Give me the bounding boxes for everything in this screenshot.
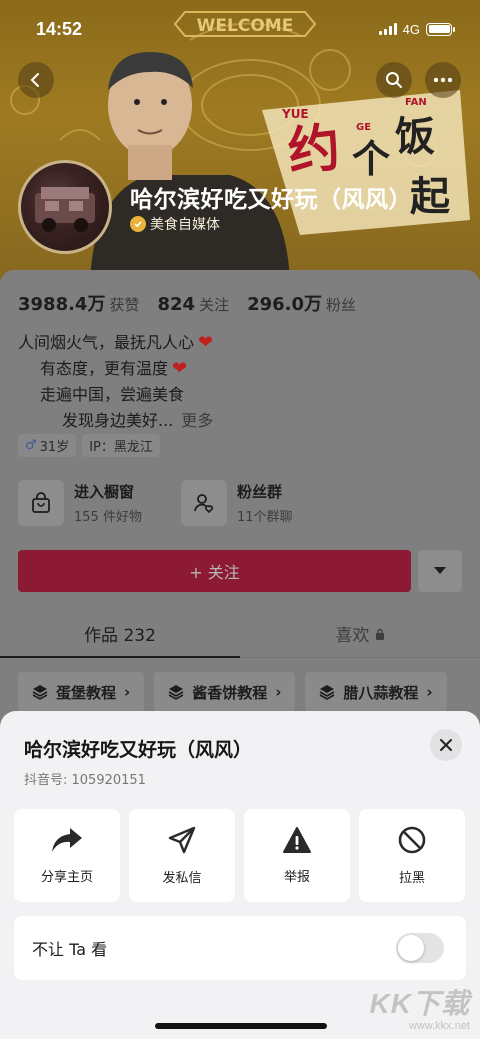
stat-following[interactable]: 824 关注 bbox=[157, 294, 229, 315]
watermark-logo: KK下载 bbox=[369, 988, 470, 1019]
collection-chip[interactable]: 酱香饼教程 › bbox=[154, 672, 296, 712]
heart-icon: ❤ bbox=[172, 358, 188, 379]
tab-works[interactable]: 作品 232 bbox=[0, 610, 240, 658]
report-warning-icon bbox=[283, 827, 311, 853]
layers-icon bbox=[320, 685, 335, 700]
share-icon bbox=[52, 828, 82, 852]
fan-group-entry[interactable]: 粉丝群 11个群聊 bbox=[181, 480, 331, 526]
avatar-image bbox=[35, 187, 95, 232]
send-message-button[interactable]: 发私信 bbox=[129, 809, 235, 902]
signal-icon bbox=[378, 23, 397, 35]
collection-chip[interactable]: 腊八蒜教程 › bbox=[305, 672, 447, 712]
send-message-icon bbox=[168, 826, 196, 854]
heart-icon: ❤ bbox=[198, 332, 214, 353]
person-photo bbox=[90, 52, 290, 280]
search-button[interactable] bbox=[376, 62, 412, 98]
share-profile-button[interactable]: 分享主页 bbox=[14, 809, 120, 902]
bio-line: 人间烟火气，最抚凡人心 ❤ bbox=[18, 330, 213, 356]
block-button[interactable]: 拉黑 bbox=[359, 809, 465, 902]
watermark: KK下载 www.kkx.net bbox=[370, 982, 470, 1032]
bio-line: 走遍中国，尝遍美食 bbox=[40, 385, 185, 404]
douyin-id: 抖音号: 105920151 bbox=[24, 773, 146, 788]
close-button[interactable] bbox=[430, 729, 462, 761]
collection-chip[interactable]: 蛋堡教程 › bbox=[18, 672, 145, 712]
chevron-left-icon bbox=[30, 73, 39, 87]
block-icon bbox=[398, 826, 426, 854]
content-tabs: 作品 232 喜欢 bbox=[0, 610, 480, 658]
hide-from-user-label: 不让 Ta 看 bbox=[32, 940, 108, 959]
shop-entries: 进入橱窗 155 件好物 粉丝群 11个群聊 bbox=[18, 480, 331, 526]
verified-badge-icon bbox=[130, 216, 146, 232]
caret-down-icon bbox=[434, 567, 446, 574]
home-indicator bbox=[155, 1023, 327, 1029]
bio-line: 发现身边美好... 更多 bbox=[18, 408, 213, 434]
chevron-right-icon: › bbox=[275, 683, 282, 701]
profile-tags: ♂ 31岁 IP：黑龙江 bbox=[18, 434, 160, 457]
svg-text:起: 起 bbox=[410, 174, 451, 220]
chevron-right-icon: › bbox=[124, 683, 131, 701]
verification-label: 美食自媒体 bbox=[130, 214, 220, 234]
avatar[interactable] bbox=[18, 160, 112, 254]
tag-ip: IP：黑龙江 bbox=[82, 434, 160, 457]
svg-text:FAN: FAN bbox=[405, 97, 427, 108]
search-icon bbox=[386, 72, 402, 88]
lock-icon bbox=[375, 628, 384, 640]
stat-followers[interactable]: 296.0万 粉丝 bbox=[247, 290, 356, 316]
follow-dropdown-button[interactable] bbox=[418, 550, 462, 592]
status-time: 14:52 bbox=[36, 18, 83, 39]
shop-window-entry[interactable]: 进入橱窗 155 件好物 bbox=[18, 480, 168, 526]
sheet-actions: 分享主页 发私信 举报 拉黑 bbox=[14, 809, 465, 902]
close-icon bbox=[440, 739, 452, 751]
layers-icon bbox=[32, 685, 48, 700]
tag-age: ♂ 31岁 bbox=[18, 434, 77, 457]
report-button[interactable]: 举报 bbox=[244, 809, 350, 902]
tab-likes[interactable]: 喜欢 bbox=[240, 610, 480, 657]
more-options-button[interactable] bbox=[425, 62, 461, 98]
profile-name: 哈尔滨好吃又好玩（风风） bbox=[130, 187, 412, 213]
bag-icon bbox=[18, 480, 64, 526]
layers-icon bbox=[168, 685, 184, 700]
bio-line: 有态度，更有温度 ❤ bbox=[18, 356, 213, 382]
follow-button[interactable]: + 关注 bbox=[18, 550, 411, 592]
profile-stats: 3988.4万 获赞 824 关注 296.0万 粉丝 bbox=[18, 290, 356, 316]
bio-more-link[interactable]: 更多 bbox=[181, 408, 213, 434]
sheet-title: 哈尔滨好吃又好玩（风风） bbox=[24, 739, 253, 761]
svg-text:GE: GE bbox=[356, 122, 371, 133]
profile-bio: 人间烟火气，最抚凡人心 ❤ 有态度，更有温度 ❤ 走遍中国，尝遍美食 发现身边美好.… bbox=[18, 330, 213, 434]
svg-text:饭: 饭 bbox=[395, 114, 435, 160]
verification-text: 美食自媒体 bbox=[150, 217, 220, 233]
hide-from-user-row: 不让 Ta 看 bbox=[14, 916, 466, 980]
svg-text:YUE: YUE bbox=[281, 107, 309, 121]
collection-list: 蛋堡教程 › 酱香饼教程 › 腊八蒜教程 › bbox=[18, 672, 447, 712]
battery-icon bbox=[426, 22, 455, 36]
network-label: 4G bbox=[402, 21, 420, 37]
stat-likes[interactable]: 3988.4万 获赞 bbox=[18, 290, 139, 316]
back-button[interactable] bbox=[18, 62, 54, 98]
more-dots-icon bbox=[433, 77, 453, 83]
group-icon bbox=[181, 480, 227, 526]
svg-text:个: 个 bbox=[352, 137, 390, 181]
hide-from-user-toggle[interactable] bbox=[396, 933, 444, 963]
chevron-right-icon: › bbox=[426, 683, 433, 701]
male-icon: ♂ bbox=[25, 438, 37, 453]
status-bar: 14:52 4G bbox=[0, 14, 480, 44]
svg-text:约: 约 bbox=[285, 118, 343, 183]
